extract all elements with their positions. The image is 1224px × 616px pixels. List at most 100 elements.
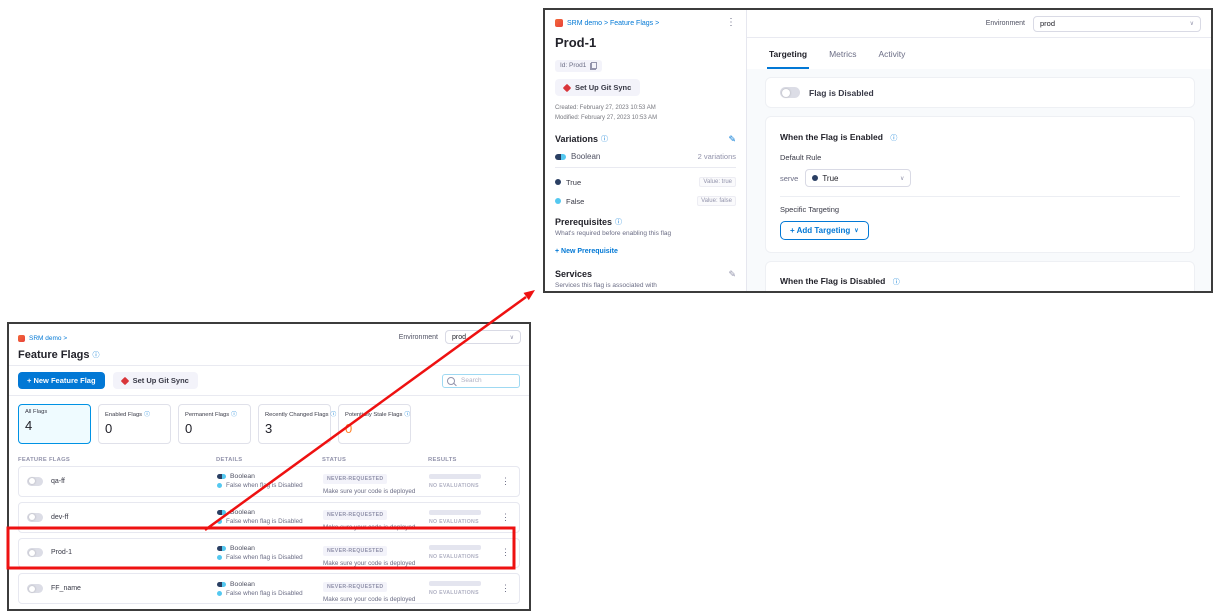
boolean-type-icon: [217, 510, 226, 515]
variations-header: Variations ⓘ ✎: [555, 134, 736, 144]
setup-git-sync-button[interactable]: Set Up Git Sync: [555, 79, 640, 96]
environment-value: prod: [452, 334, 466, 341]
srm-module-icon: [555, 19, 563, 27]
tab-activity[interactable]: Activity: [878, 38, 905, 69]
services-header: Services ✎: [555, 269, 736, 279]
search-box: [442, 374, 520, 388]
new-feature-flag-button[interactable]: + New Feature Flag: [18, 372, 105, 389]
details-cell: Boolean False when flag is Disabled: [217, 581, 323, 597]
variation-type-label: Boolean: [571, 152, 600, 161]
environment-value: prod: [1040, 19, 1055, 28]
status-text: Make sure your code is deployed: [323, 524, 429, 531]
list-header: SRM demo > Feature Flags ⓘ Environment p…: [9, 324, 529, 366]
table-row-qa-ff[interactable]: qa-ff Boolean False when flag is Disable…: [18, 466, 520, 497]
variations-heading: Variations: [555, 134, 598, 144]
false-variation-dot: [555, 198, 561, 204]
status-cell: NEVER-REQUESTED Make sure your code is d…: [323, 539, 429, 567]
breadcrumb[interactable]: SRM demo > Feature Flags >: [555, 19, 659, 27]
serve-label: serve: [780, 174, 798, 183]
status-badge: NEVER-REQUESTED: [323, 582, 387, 592]
tab-targeting[interactable]: Targeting: [769, 38, 807, 69]
info-icon: ⓘ: [615, 217, 622, 227]
search-input[interactable]: [459, 376, 515, 385]
evaluations-bar: [429, 581, 481, 586]
setup-git-sync-button[interactable]: Set Up Git Sync: [113, 372, 198, 389]
enabled-serve-select[interactable]: True ∨: [805, 169, 911, 187]
flag-state-card: Flag is Disabled: [765, 77, 1195, 108]
new-prerequisite-link[interactable]: + New Prerequisite: [555, 248, 618, 255]
boolean-type-icon: [217, 546, 226, 551]
environment-select[interactable]: prod ∨: [445, 330, 521, 344]
git-sync-label: Set Up Git Sync: [133, 376, 189, 385]
flag-enabled-toggle[interactable]: [780, 87, 800, 98]
false-variation-dot: [217, 591, 222, 596]
detail-header-row: SRM demo > Feature Flags > ⋮: [555, 18, 736, 28]
stat-value: 4: [25, 418, 84, 433]
status-badge: NEVER-REQUESTED: [323, 546, 387, 556]
enabled-serve-row: serve True ∨: [780, 169, 1180, 187]
stat-card-all-flags[interactable]: All Flags 4: [18, 404, 91, 444]
copy-icon[interactable]: [590, 62, 597, 70]
environment-select[interactable]: prod ∨: [1033, 16, 1201, 32]
search-icon: [447, 377, 455, 385]
table-row-ff-name[interactable]: FF_name Boolean False when flag is Disab…: [18, 573, 520, 604]
breadcrumb[interactable]: SRM demo >: [18, 335, 67, 342]
boolean-type-icon: [217, 474, 226, 479]
flag-type: Boolean: [230, 581, 255, 588]
git-sync-icon: [120, 376, 128, 384]
stat-card-enabled-flags[interactable]: Enabled Flagsⓘ 0: [98, 404, 171, 444]
stat-card-permanent-flags[interactable]: Permanent Flagsⓘ 0: [178, 404, 251, 444]
flag-toggle[interactable]: [27, 584, 43, 593]
row-kebab-menu-icon[interactable]: ⋮: [501, 548, 510, 557]
stat-card-potentially-stale[interactable]: Potentially Stale Flagsⓘ 0: [338, 404, 411, 444]
stat-value: 0: [185, 421, 244, 436]
chevron-down-icon: ∨: [510, 334, 514, 341]
list-toolbar: + New Feature Flag Set Up Git Sync: [9, 366, 529, 396]
flag-id-text: Id: Prod1: [560, 62, 586, 69]
tab-metrics[interactable]: Metrics: [829, 38, 856, 69]
info-icon: ⓘ: [231, 412, 237, 418]
flag-toggle[interactable]: [27, 513, 43, 522]
add-targeting-label: + Add Targeting: [790, 226, 850, 235]
row-kebab-menu-icon[interactable]: ⋮: [501, 477, 510, 486]
variation-count: 2 variations: [698, 152, 736, 161]
row-kebab-menu-icon[interactable]: ⋮: [501, 513, 510, 522]
new-feature-flag-label: + New Feature Flag: [27, 376, 96, 385]
stat-value: 3: [265, 421, 324, 436]
table-row-prod-1[interactable]: Prod-1 Boolean False when flag is Disabl…: [18, 538, 520, 569]
specific-targeting-label: Specific Targeting: [780, 205, 1180, 214]
flag-id-badge: Id: Prod1: [555, 60, 602, 72]
targeting-content: Flag is Disabled When the Flag is Enable…: [747, 69, 1211, 291]
add-targeting-button[interactable]: + Add Targeting ∨: [780, 221, 869, 240]
kebab-menu-icon[interactable]: ⋮: [726, 18, 736, 28]
chevron-down-icon: ∨: [900, 175, 904, 182]
status-badge: NEVER-REQUESTED: [323, 474, 387, 484]
table-header: FEATURE FLAGS DETAILS STATUS RESULTS: [9, 453, 529, 466]
false-variation-dot: [217, 555, 222, 560]
stat-card-recently-changed[interactable]: Recently Changed Flagsⓘ 3: [258, 404, 331, 444]
row-kebab-menu-icon[interactable]: ⋮: [501, 584, 510, 593]
table-row-dev-ff[interactable]: dev-ff Boolean False when flag is Disabl…: [18, 502, 520, 533]
column-header-feature-flags: FEATURE FLAGS: [18, 457, 216, 463]
flag-detail-window: SRM demo > Feature Flags > ⋮ Prod-1 Id: …: [543, 8, 1213, 293]
flag-detail-text: False when flag is Disabled: [226, 482, 303, 489]
boolean-type-icon: [555, 154, 566, 160]
flag-toggle[interactable]: [27, 548, 43, 557]
stat-label: Recently Changed Flagsⓘ: [265, 409, 324, 418]
info-icon: ⓘ: [893, 279, 900, 286]
flag-name: qa-ff: [51, 478, 65, 485]
edit-variations-icon[interactable]: ✎: [728, 135, 736, 144]
false-variation-dot: [217, 483, 222, 488]
flag-timestamps: Created: February 27, 2023 10:53 AM Modi…: [555, 103, 736, 123]
info-icon: ⓘ: [404, 412, 410, 418]
flag-toggle[interactable]: [27, 477, 43, 486]
status-text: Make sure your code is deployed: [323, 560, 429, 567]
variation-type-row: Boolean 2 variations: [555, 152, 736, 168]
edit-services-icon[interactable]: ✎: [728, 270, 736, 279]
prerequisites-description: What's required before enabling this fla…: [555, 230, 736, 237]
environment-label: Environment: [986, 20, 1025, 27]
results-cell: NO EVALUATIONS: [429, 474, 501, 489]
info-icon: ⓘ: [601, 134, 608, 144]
flag-name: FF_name: [51, 585, 81, 592]
evaluations-bar: [429, 545, 481, 550]
